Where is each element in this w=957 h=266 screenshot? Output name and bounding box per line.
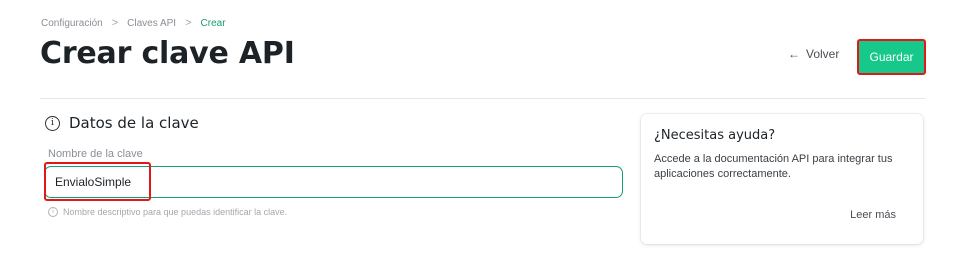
breadcrumb-item-configuracion[interactable]: Configuración: [41, 18, 103, 29]
arrow-left-icon: ←: [788, 47, 800, 61]
name-field-hint: i Nombre descriptivo para que puedas ide…: [48, 207, 287, 217]
page-title: Crear clave API: [40, 36, 295, 71]
read-more-link[interactable]: Leer más: [850, 209, 896, 221]
hint-info-icon: i: [48, 207, 58, 217]
back-label: Volver: [806, 47, 840, 61]
save-label: Guardar: [869, 50, 914, 64]
name-field-wrapper: [44, 166, 623, 198]
help-card-title: ¿Necesitas ayuda?: [654, 128, 776, 143]
breadcrumb-item-crear: Crear: [200, 17, 226, 29]
breadcrumb-separator: >: [111, 17, 119, 29]
section-title: i Datos de la clave: [45, 114, 199, 132]
info-icon: i: [45, 115, 60, 131]
section-title-label: Datos de la clave: [69, 114, 199, 132]
divider: [40, 98, 925, 99]
save-button[interactable]: Guardar: [857, 39, 926, 75]
hint-text: Nombre descriptivo para que puedas ident…: [63, 207, 288, 217]
breadcrumb: Configuración > Claves API > Crear: [41, 17, 226, 29]
breadcrumb-item-claves-api[interactable]: Claves API: [127, 18, 176, 29]
name-field-label: Nombre de la clave: [48, 148, 143, 160]
name-field[interactable]: [55, 175, 595, 189]
help-card-text: Accede a la documentación API para integ…: [654, 153, 893, 180]
help-card: ¿Necesitas ayuda? Accede a la documentac…: [641, 114, 923, 244]
back-button[interactable]: ← Volver: [788, 47, 839, 61]
breadcrumb-separator: >: [185, 17, 192, 29]
